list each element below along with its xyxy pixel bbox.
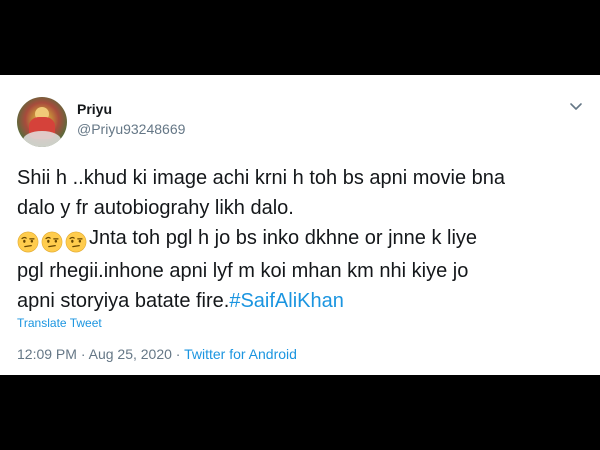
display-name[interactable]: Priyu: [77, 101, 112, 117]
tweet-line: Jnta toh pgl h jo bs inko dkhne or jnne …: [17, 223, 583, 256]
chevron-down-icon[interactable]: [568, 101, 584, 113]
meta-separator: ·: [171, 346, 185, 362]
tweet-date[interactable]: Aug 25, 2020: [89, 346, 172, 362]
translate-tweet-link[interactable]: Translate Tweet: [17, 316, 102, 330]
tweet-source-link[interactable]: Twitter for Android: [184, 346, 297, 362]
face-with-raised-eyebrow-emoji: [65, 231, 87, 253]
tweet-line: apni storyiya batate fire.#SaifAliKhan: [17, 286, 583, 316]
tweet-line-text: apni storyiya batate fire.: [17, 290, 230, 312]
face-with-raised-eyebrow-emoji: [17, 231, 39, 253]
tweet-meta: 12:09 PM · Aug 25, 2020 · Twitter for An…: [17, 346, 297, 362]
tweet-card: Priyu @Priyu93248669 Shii h ..khud ki im…: [0, 75, 600, 375]
face-with-raised-eyebrow-emoji: [41, 231, 63, 253]
hashtag-link[interactable]: #SaifAliKhan: [229, 290, 344, 312]
emoji-row: [17, 226, 89, 256]
tweet-line: pgl rhegii.inhone apni lyf m koi mhan km…: [17, 260, 469, 282]
tweet-line-text: Jnta toh pgl h jo bs inko dkhne or jnne …: [89, 227, 478, 249]
tweet-text: Shii h ..khud ki image achi krni h toh b…: [17, 163, 583, 316]
user-handle[interactable]: @Priyu93248669: [77, 121, 185, 137]
tweet-time[interactable]: 12:09 PM: [17, 346, 77, 362]
tweet-line: dalo y fr autobiograhy likh dalo.: [17, 197, 294, 219]
avatar[interactable]: [17, 97, 67, 147]
meta-separator: ·: [76, 346, 89, 362]
tweet-line: Shii h ..khud ki image achi krni h toh b…: [17, 167, 506, 189]
